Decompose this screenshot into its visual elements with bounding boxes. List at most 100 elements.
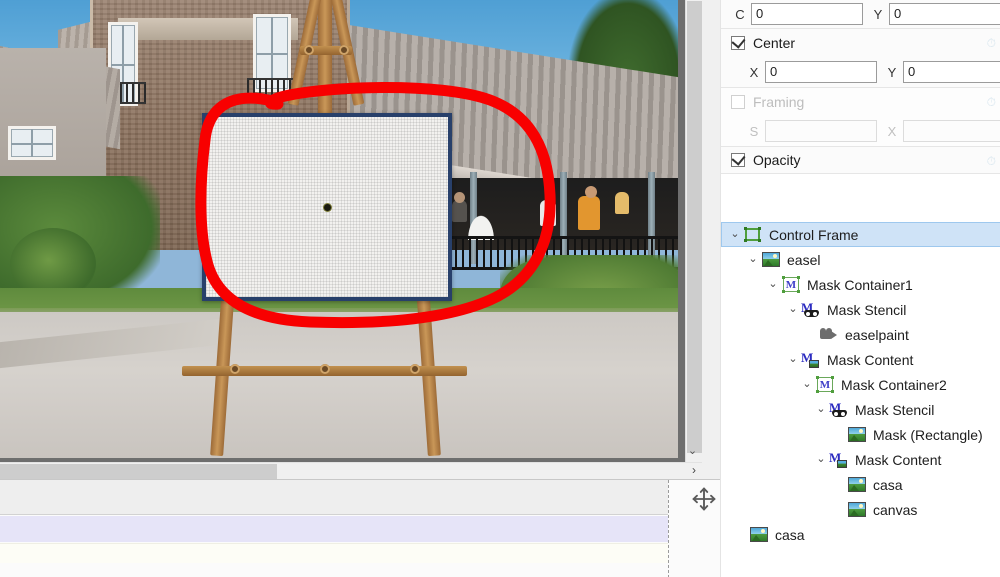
mask-stencil-icon: M bbox=[829, 400, 849, 418]
center-x-label: X bbox=[749, 64, 759, 80]
tree-node-label: Mask Content bbox=[827, 351, 914, 368]
person-figure bbox=[454, 192, 465, 203]
preview-viewport[interactable]: ⌄ bbox=[0, 0, 702, 462]
viewport-vertical-scrollbar[interactable] bbox=[685, 0, 702, 462]
canvas-layer-object[interactable] bbox=[202, 113, 452, 301]
tree-node-easel[interactable]: ⌄ easel bbox=[721, 247, 1000, 272]
mask-container-icon: M bbox=[781, 276, 801, 293]
framing-x-input[interactable] bbox=[903, 120, 1000, 142]
chevron-right-icon[interactable]: › bbox=[686, 462, 702, 479]
tree-node-label: casa bbox=[775, 526, 805, 543]
person-figure bbox=[540, 200, 556, 226]
chevron-down-icon[interactable]: ⌄ bbox=[727, 229, 743, 240]
properties-row-partial: C 0 Y 0 X 0 bbox=[721, 0, 1000, 28]
timeline-playhead[interactable] bbox=[668, 480, 669, 577]
divider bbox=[721, 173, 1000, 174]
field-row: C 0 Y 0 X 0 bbox=[721, 0, 1000, 28]
viewport-vscroll-thumb[interactable] bbox=[687, 1, 702, 453]
timeline-track[interactable] bbox=[0, 543, 668, 563]
chevron-down-icon[interactable]: ⌄ bbox=[813, 404, 829, 415]
framing-label: Framing bbox=[753, 94, 805, 110]
stopwatch-icon[interactable]: ⏱ bbox=[987, 154, 996, 169]
tree-node-control-frame[interactable]: ⌄ Control Frame bbox=[721, 222, 1000, 247]
stopwatch-icon[interactable]: ⏱ bbox=[987, 95, 996, 110]
framing-checkbox-row[interactable]: Framing ⏱ bbox=[721, 88, 1000, 116]
picture-icon bbox=[749, 526, 769, 543]
framing-s-input[interactable] bbox=[765, 120, 877, 142]
field-label-c: C bbox=[735, 6, 745, 22]
chevron-down-icon[interactable]: ⌄ bbox=[813, 454, 829, 465]
center-checkbox[interactable] bbox=[731, 34, 746, 50]
scene-photo bbox=[0, 0, 678, 458]
center-x-input[interactable]: 0 bbox=[765, 61, 877, 83]
tree-node-mask-stencil-1[interactable]: ⌄ M Mask Stencil bbox=[721, 297, 1000, 322]
tree-node-casa-root[interactable]: casa bbox=[721, 522, 1000, 547]
layer-hierarchy-tree[interactable]: ⌄ Control Frame ⌄ easel ⌄ M Mask Contain… bbox=[721, 222, 1000, 577]
chevron-down-icon[interactable]: ⌄ bbox=[745, 254, 761, 265]
picture-icon bbox=[761, 251, 781, 268]
mask-container-icon: M bbox=[815, 376, 835, 393]
easel-pivot-left bbox=[230, 364, 240, 374]
timeline-panel[interactable] bbox=[0, 479, 720, 577]
opacity-label: Opacity bbox=[753, 152, 801, 168]
chevron-down-icon[interactable]: ⌄ bbox=[765, 279, 781, 290]
mask-content-icon: M bbox=[801, 350, 821, 368]
tree-node-mask-stencil-2[interactable]: ⌄ M Mask Stencil bbox=[721, 397, 1000, 422]
tree-node-label: Mask (Rectangle) bbox=[873, 426, 983, 443]
tree-node-label: casa bbox=[873, 476, 903, 493]
frame-icon bbox=[743, 226, 763, 243]
tree-node-label: canvas bbox=[873, 501, 918, 518]
section-center: Center ⏱ X 0 Y 0 bbox=[721, 29, 1000, 87]
timeline-selected-track[interactable] bbox=[0, 516, 668, 542]
tree-node-label: Mask Content bbox=[855, 451, 942, 468]
chevron-down-icon[interactable]: ⌄ bbox=[785, 354, 801, 365]
framing-x-label: X bbox=[887, 123, 897, 139]
chevron-down-icon[interactable]: ⌄ bbox=[685, 443, 700, 459]
viewport-horizontal-scrollbar[interactable] bbox=[0, 462, 702, 479]
picture-icon bbox=[847, 476, 867, 493]
application-window: ⌄ › C 0 Y 0 X bbox=[0, 0, 1000, 577]
stopwatch-icon[interactable]: ⏱ bbox=[987, 36, 996, 51]
easel-pivot-mid bbox=[320, 364, 330, 374]
tree-node-label: easelpaint bbox=[845, 326, 909, 343]
framing-fields-row: S X Y bbox=[721, 116, 1000, 146]
timeline-header bbox=[0, 480, 668, 515]
framing-checkbox[interactable] bbox=[731, 95, 745, 109]
center-y-label: Y bbox=[887, 64, 897, 80]
center-y-input[interactable]: 0 bbox=[903, 61, 1000, 83]
field-label-y: Y bbox=[873, 6, 883, 22]
tree-node-label: Mask Stencil bbox=[855, 401, 935, 418]
tree-node-mask-content-2[interactable]: ⌄ M Mask Content bbox=[721, 447, 1000, 472]
mask-stencil-icon: M bbox=[801, 300, 821, 318]
window bbox=[8, 126, 56, 160]
move-tool-icon[interactable] bbox=[690, 485, 718, 513]
picture-icon bbox=[847, 426, 867, 443]
field-input-c[interactable]: 0 bbox=[751, 3, 863, 25]
section-framing: Framing ⏱ S X Y bbox=[721, 88, 1000, 146]
tree-node-mask-content-1[interactable]: ⌄ M Mask Content bbox=[721, 347, 1000, 372]
chevron-down-icon[interactable]: ⌄ bbox=[785, 304, 801, 315]
properties-and-layers-panel: C 0 Y 0 X 0 Center ⏱ X 0 Y 0 bbox=[720, 0, 1000, 577]
opacity-checkbox-row[interactable]: Opacity ⏱ bbox=[721, 147, 1000, 173]
tree-node-label: Control Frame bbox=[769, 226, 859, 243]
tree-node-easelpaint[interactable]: easelpaint bbox=[721, 322, 1000, 347]
anchor-point-handle[interactable] bbox=[323, 203, 331, 211]
viewport-hscroll-thumb[interactable] bbox=[0, 464, 277, 479]
tree-node-label: Mask Container1 bbox=[807, 276, 913, 293]
easel-pivot-top-left bbox=[304, 45, 314, 55]
video-camera-icon bbox=[819, 326, 839, 343]
tree-node-label: Mask Stencil bbox=[827, 301, 907, 318]
tree-node-mask-container1[interactable]: ⌄ M Mask Container1 bbox=[721, 272, 1000, 297]
tree-node-label: Mask Container2 bbox=[841, 376, 947, 393]
tree-node-mask-rectangle[interactable]: Mask (Rectangle) bbox=[721, 422, 1000, 447]
opacity-checkbox[interactable] bbox=[731, 151, 746, 167]
tree-node-canvas[interactable]: canvas bbox=[721, 497, 1000, 522]
center-fields-row: X 0 Y 0 bbox=[721, 57, 1000, 87]
chevron-down-icon[interactable]: ⌄ bbox=[799, 379, 815, 390]
center-checkbox-row[interactable]: Center ⏱ bbox=[721, 29, 1000, 57]
person-figure bbox=[585, 186, 597, 198]
center-label: Center bbox=[753, 35, 796, 51]
tree-node-mask-container2[interactable]: ⌄ M Mask Container2 bbox=[721, 372, 1000, 397]
tree-node-casa-nested[interactable]: casa bbox=[721, 472, 1000, 497]
field-input-y[interactable]: 0 bbox=[889, 3, 1000, 25]
